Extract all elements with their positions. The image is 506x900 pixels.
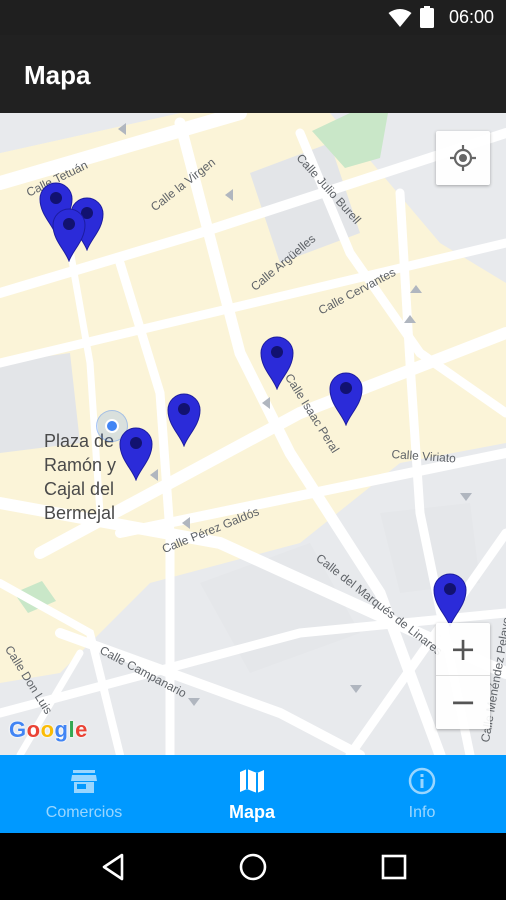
poi-label-line: Ramón y <box>44 455 117 475</box>
wifi-icon <box>388 9 412 27</box>
map-marker[interactable] <box>328 370 364 426</box>
status-time: 06:00 <box>448 7 494 27</box>
poi-label-line: Cajal del <box>44 479 115 499</box>
battery-icon <box>420 6 434 28</box>
my-location-button[interactable] <box>436 131 490 185</box>
nav-label: Info <box>408 804 436 821</box>
nav-label: Comercios <box>45 804 123 821</box>
map-view[interactable]: Calle Tetuán Calle la Virgen Calle Julio… <box>0 113 506 755</box>
back-icon[interactable] <box>98 851 130 883</box>
crosshair-icon <box>450 145 476 171</box>
nav-item-comercios[interactable]: Comercios <box>0 755 168 833</box>
google-logo: Google <box>9 717 88 742</box>
map-marker[interactable] <box>51 206 87 262</box>
nav-item-info[interactable]: Info <box>338 755 506 833</box>
system-navigation-bar <box>0 833 506 900</box>
poi-label-line: Bermejal <box>44 503 116 523</box>
map-marker[interactable] <box>118 425 154 481</box>
home-icon[interactable] <box>237 851 269 883</box>
page-title: Mapa <box>24 60 91 90</box>
zoom-out-button[interactable]: − <box>436 676 490 729</box>
map-marker[interactable] <box>166 391 202 447</box>
map-icon <box>240 769 264 793</box>
map-marker[interactable] <box>432 571 468 627</box>
info-icon <box>408 767 436 795</box>
recents-icon[interactable] <box>378 851 410 883</box>
my-location-dot <box>105 419 119 433</box>
status-bar: 06:00 <box>0 0 506 35</box>
poi-label: Plaza de Ramón y Cajal del Bermejal <box>44 429 116 525</box>
nav-label: Mapa <box>228 802 275 822</box>
zoom-controls: + − <box>436 623 490 729</box>
nav-item-mapa[interactable]: Mapa <box>168 755 336 833</box>
map-marker[interactable] <box>259 334 295 390</box>
zoom-in-button[interactable]: + <box>436 623 490 676</box>
app-bar: Mapa <box>0 35 506 113</box>
store-icon <box>71 770 97 793</box>
bottom-navigation: Comercios Mapa Info <box>0 755 506 833</box>
